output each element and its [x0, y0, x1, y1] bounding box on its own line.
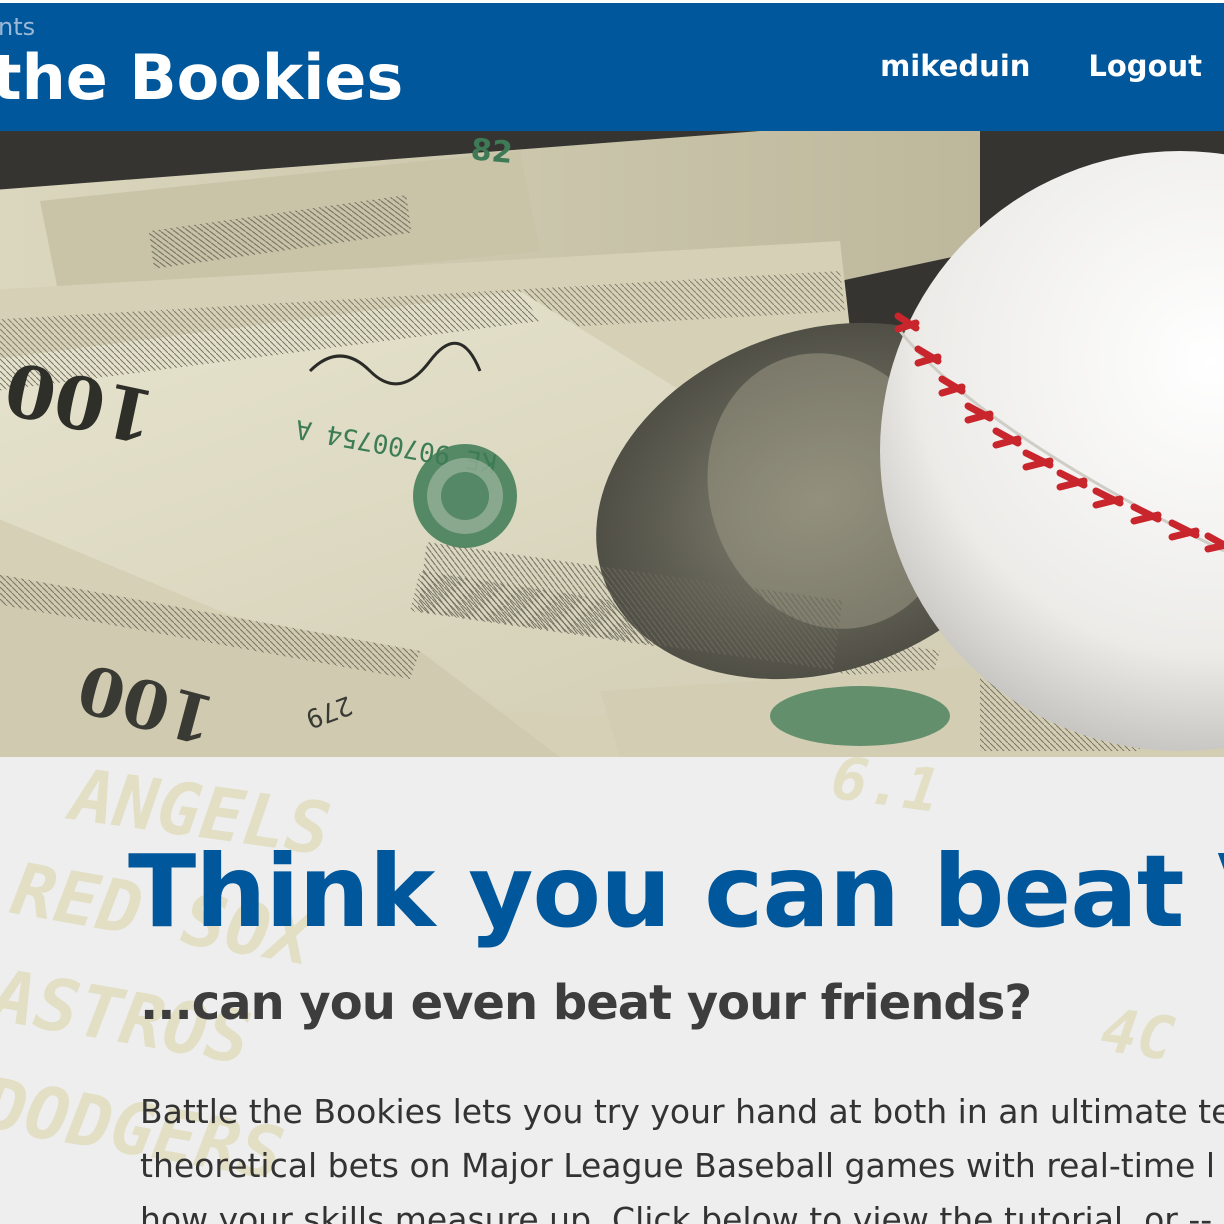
intro-section: ANGELS RED SOX ASTROS DODGERS 6.1 4C Thi… [0, 757, 1224, 1224]
intro-line: theoretical bets on Major League Basebal… [140, 1146, 1215, 1185]
logout-link[interactable]: Logout [1088, 49, 1202, 83]
intro-paragraph: Battle the Bookies lets you try your han… [140, 1085, 1224, 1224]
svg-text:6.1: 6.1 [827, 757, 944, 827]
brand-subtitle: nts [0, 13, 36, 41]
svg-text:82: 82 [469, 132, 514, 171]
brand-title[interactable]: the Bookies [0, 41, 403, 114]
intro-line: Battle the Bookies lets you try your han… [140, 1092, 1224, 1131]
svg-text:4C: 4C [1097, 995, 1178, 1074]
header-nav: mikeduin Logout [880, 49, 1202, 83]
user-profile-link[interactable]: mikeduin [880, 49, 1030, 83]
top-header: nts the Bookies mikeduin Logout [0, 3, 1224, 131]
hero-image: 82 100 KE 90700754 A 100 279 [0, 131, 1224, 757]
intro-line: how your skills measure up. Click below … [140, 1200, 1224, 1224]
intro-heading: Think you can beat Ve [128, 833, 1224, 950]
intro-subheading: ...can you even beat your friends? [140, 975, 1032, 1031]
